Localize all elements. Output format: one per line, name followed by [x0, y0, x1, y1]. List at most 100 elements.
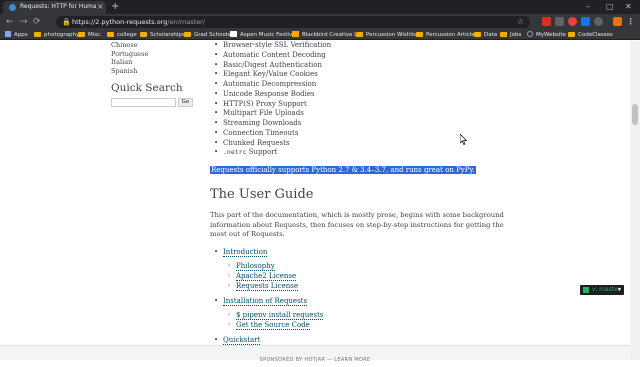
- sponsor-footer[interactable]: SPONSORED BY HOTJAR — LEARN MORE: [0, 345, 630, 363]
- folder-icon: [107, 32, 114, 37]
- rtd-version-badge[interactable]: v: master ▾: [580, 285, 624, 295]
- folder-icon: [568, 32, 575, 37]
- toc-subitem: Apache2 License: [227, 272, 520, 282]
- toc-link-pipenv-install[interactable]: $ pipenv install requests: [236, 311, 324, 321]
- minimize-button[interactable]: –: [586, 1, 590, 13]
- globe-icon: [527, 31, 533, 37]
- feature-list: Browser-style SSL Verification Automatic…: [210, 41, 520, 158]
- toc-link-source-code[interactable]: Get the Source Code: [236, 321, 310, 330]
- list-item: Unicode Response Bodies: [214, 90, 520, 100]
- netrc-code: .netrc: [223, 148, 247, 157]
- apps-icon: [5, 31, 11, 37]
- list-item: Connection Timeouts: [214, 129, 520, 139]
- toc-item-installation: Installation of Requests $ pipenv instal…: [214, 296, 520, 331]
- adblock-extension-icon[interactable]: [542, 17, 551, 26]
- caret-down-icon: ▾: [617, 286, 621, 293]
- folder-icon: [78, 32, 85, 37]
- toc-sublist: $ pipenv install requests Get the Source…: [223, 311, 520, 330]
- language-link-portuguese[interactable]: Portuguese: [111, 50, 201, 59]
- folder-icon: [474, 32, 481, 37]
- tab-strip: Requests: HTTP for Humans™ — × + – □ ✕: [0, 0, 640, 14]
- url-text[interactable]: https://2.python-requests.org/en/master/: [72, 18, 205, 26]
- reload-button[interactable]: ⟳: [33, 15, 41, 29]
- extension-icon[interactable]: [594, 17, 603, 26]
- bookmark-codeclasses[interactable]: CodeClasses: [568, 30, 613, 40]
- quick-search-form: Go: [111, 97, 201, 107]
- list-item: Automatic Decompression: [214, 80, 520, 90]
- list-item: Browser-style SSL Verification: [214, 41, 520, 51]
- quick-search-title: Quick Search: [111, 81, 183, 94]
- toc-link-philosophy[interactable]: Philosophy: [236, 262, 275, 272]
- support-note: Requests officially supports Python 2.7 …: [210, 166, 520, 175]
- lock-icon[interactable]: 🔒: [62, 18, 71, 26]
- back-button[interactable]: ←: [6, 15, 14, 29]
- folder-icon: [184, 32, 191, 37]
- toc-subitem: Requests License: [227, 281, 520, 292]
- toc-link-apache2-license[interactable]: Apache2 License: [236, 272, 297, 282]
- forward-button[interactable]: →: [20, 15, 28, 29]
- maximize-button[interactable]: □: [606, 1, 614, 13]
- list-item: Streaming Downloads: [214, 119, 520, 129]
- url-host: https://2.python-requests.org: [72, 18, 168, 26]
- color-extension-icon[interactable]: [568, 17, 577, 26]
- language-link-spanish[interactable]: Spanish: [111, 67, 201, 76]
- bookmark-apps[interactable]: Apps: [5, 30, 28, 40]
- tab-close-icon[interactable]: ×: [97, 2, 104, 12]
- folder-icon: [416, 32, 423, 37]
- user-guide-heading: The User Guide: [210, 187, 314, 202]
- extension-icon[interactable]: [581, 17, 590, 26]
- quick-search-go-button[interactable]: Go: [178, 97, 193, 107]
- toc-item-quickstart: Quickstart: [214, 335, 520, 345]
- vertical-scrollbar[interactable]: [630, 41, 640, 360]
- toc-sublist: Philosophy Apache2 License Requests Lice…: [223, 262, 520, 291]
- book-icon: [583, 287, 589, 293]
- bookmark-star-icon[interactable]: ☆: [517, 17, 524, 27]
- bookmark-scholarships[interactable]: Scholarships: [140, 30, 185, 40]
- bookmark-grad-schools[interactable]: Grad Schools: [184, 30, 230, 40]
- bookmark-percussion-wishlist[interactable]: Percussion Wishlist: [356, 30, 418, 40]
- folder-icon: [140, 32, 147, 37]
- sponsor-text[interactable]: SPONSORED BY HOTJAR — LEARN MORE: [260, 357, 371, 363]
- tab-requests[interactable]: Requests: HTTP for Humans™ — ×: [3, 1, 106, 14]
- bookmark-jobs[interactable]: Jobs: [500, 30, 521, 40]
- bookmark-blackbird[interactable]: Blackbird Creative L...: [292, 30, 362, 40]
- list-item-netrc: .netrc Support: [214, 148, 520, 158]
- sidebar: Chinese Portuguese Italian Spanish Quick…: [111, 41, 201, 107]
- menu-kebab-icon[interactable]: ⋮: [626, 17, 635, 26]
- list-item: Automatic Content Decoding: [214, 51, 520, 61]
- main-content: Browser-style SSL Verification Automatic…: [210, 41, 520, 345]
- python-favicon-icon: [9, 4, 16, 11]
- toc-subitem: Get the Source Code: [227, 321, 520, 331]
- bookmark-mywebsite[interactable]: MyWebsite: [527, 30, 566, 40]
- list-item: Basic/Digest Authentication: [214, 61, 520, 71]
- blackbird-icon: [292, 31, 299, 37]
- window-close-button[interactable]: ✕: [625, 1, 632, 13]
- new-tab-button[interactable]: +: [111, 1, 119, 13]
- toc-link-installation[interactable]: Installation of Requests: [223, 296, 308, 306]
- scrollbar-thumb[interactable]: [632, 104, 638, 125]
- quick-search-input[interactable]: [111, 97, 176, 107]
- toc-link-requests-license[interactable]: Requests License: [236, 281, 298, 291]
- selected-text[interactable]: Requests officially supports Python 2.7 …: [210, 166, 476, 174]
- list-item: Multipart File Uploads: [214, 109, 520, 119]
- bookmark-photography[interactable]: photography: [34, 30, 79, 40]
- version-label: v: master: [592, 286, 621, 293]
- bookmark-college[interactable]: college: [107, 30, 137, 40]
- toc-item-introduction: Introduction Philosophy Apache2 License …: [214, 247, 520, 292]
- profile-avatar-icon[interactable]: [613, 17, 622, 26]
- bookmark-data[interactable]: Data: [474, 30, 497, 40]
- url-path: /en/master/: [167, 18, 206, 26]
- page-content: Chinese Portuguese Italian Spanish Quick…: [0, 41, 630, 345]
- toc-link-quickstart[interactable]: Quickstart: [223, 335, 261, 345]
- list-item: HTTP(S) Proxy Support: [214, 100, 520, 110]
- bookmark-misc[interactable]: Misc.: [78, 30, 102, 40]
- bookmark-percussion-articles[interactable]: Percussion Articles: [416, 30, 478, 40]
- bookmark-aspen[interactable]: Aspen Music Festival: [230, 30, 297, 40]
- language-link-italian[interactable]: Italian: [111, 58, 201, 67]
- language-link-chinese[interactable]: Chinese: [111, 41, 201, 50]
- user-guide-intro: This part of the documentation, which is…: [210, 211, 504, 239]
- toc-link-introduction[interactable]: Introduction: [223, 247, 268, 257]
- extension-icon[interactable]: [555, 17, 564, 26]
- address-bar[interactable]: 🔒 https://2.python-requests.org/en/maste…: [56, 16, 530, 28]
- list-item: Chunked Requests: [214, 139, 520, 149]
